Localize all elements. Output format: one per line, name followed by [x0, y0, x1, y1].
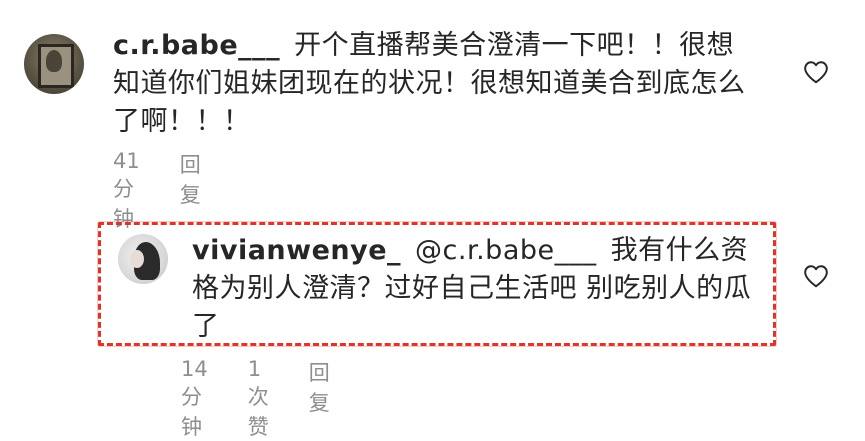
likes-count[interactable]: 1 次赞	[248, 357, 269, 441]
comment-time: 41分钟	[113, 149, 140, 231]
avatar-portrait	[46, 50, 62, 72]
comment-meta: 41分钟 回复	[113, 149, 201, 233]
comment-meta: 14分钟 1 次赞 回复	[181, 357, 330, 441]
avatar-face	[130, 250, 144, 268]
heart-outline-icon[interactable]	[803, 60, 829, 84]
comment-body: vivianwenye_ @c.r.babe___ 我有什么资格为别人澄清？过好自己…	[192, 232, 752, 346]
avatar[interactable]	[118, 234, 168, 284]
heart-outline-icon[interactable]	[803, 264, 829, 288]
avatar[interactable]	[24, 34, 84, 94]
username-link[interactable]: vivianwenye_	[192, 235, 401, 266]
reply-button[interactable]: 回复	[180, 149, 201, 233]
username-link[interactable]: c.r.babe___	[113, 30, 280, 61]
mention-link[interactable]: @c.r.babe___	[415, 235, 597, 266]
comment-body: c.r.babe___ 开个直播帮美合澄清一下吧！！很想知道你们姐妹团现在的状况！…	[113, 27, 753, 141]
comment-time: 14分钟	[181, 357, 208, 439]
reply-button[interactable]: 回复	[309, 357, 330, 441]
